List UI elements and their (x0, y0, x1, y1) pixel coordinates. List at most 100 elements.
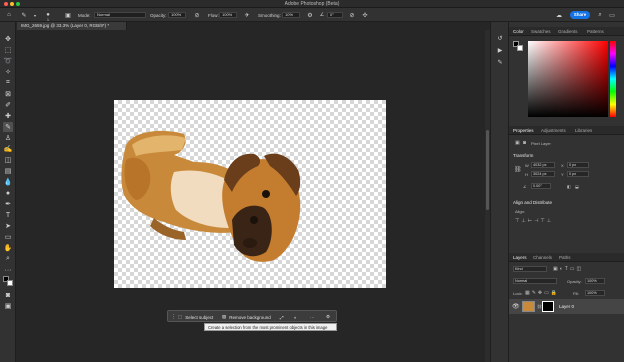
smoothing-label: Smoothing: (258, 12, 281, 18)
x-input[interactable]: 0 px (567, 162, 589, 168)
y-input[interactable]: 0 px (567, 171, 589, 177)
home-icon[interactable]: ⌂ (5, 11, 13, 19)
hand-tool-icon[interactable]: ✋ (3, 243, 13, 253)
gradient-tool-icon[interactable]: ▤ (3, 166, 13, 176)
visibility-eye-icon[interactable]: 👁 (512, 303, 520, 310)
angle-input[interactable]: 0.00° (531, 183, 551, 189)
align-section-title[interactable]: Align and Distribute (513, 200, 552, 205)
lasso-tool-icon[interactable]: ➰ (3, 56, 13, 66)
brush-settings-icon[interactable]: ▣ (64, 11, 72, 19)
airbrush-icon[interactable]: ✈ (243, 11, 251, 19)
eraser-tool-icon[interactable]: ◫ (3, 155, 13, 165)
chevron-down-icon[interactable]: ▾ (31, 11, 39, 19)
share-button[interactable]: Share (570, 11, 590, 19)
layer-kind-filter[interactable]: Kind (513, 266, 547, 272)
hue-slider[interactable] (610, 41, 616, 117)
dog-image (121, 130, 301, 262)
rectangle-tool-icon[interactable]: ▭ (3, 232, 13, 242)
link-icon[interactable]: ⛓ (514, 166, 522, 173)
more-options-button[interactable]: ··· (310, 313, 315, 321)
layer-filter-icons[interactable]: ▣◐T▭◫ (553, 266, 583, 272)
smoothing-input[interactable]: 10% (282, 12, 300, 18)
blend-mode-select[interactable]: Normal (513, 278, 557, 284)
layer-row[interactable]: 👁 ⛓ Layer 0 (509, 299, 624, 314)
magic-wand-tool-icon[interactable]: ✧ (3, 67, 13, 77)
select-subject-button[interactable]: ⬚ Select subject (178, 313, 213, 321)
pressure-opacity-icon[interactable]: ⊘ (193, 11, 201, 19)
symmetry-icon[interactable]: ✣ (361, 11, 369, 19)
flow-input[interactable]: 100% (219, 12, 237, 18)
layer-mask-thumbnail[interactable] (542, 301, 554, 312)
quick-mask-icon[interactable]: ◙ (3, 290, 13, 300)
tab-paths[interactable]: Paths (559, 254, 571, 261)
layer-name[interactable]: Layer 0 (559, 304, 574, 309)
remove-background-button[interactable]: ▨ Remove background (222, 313, 271, 321)
crop-tool-icon[interactable]: ⌗ (3, 78, 13, 88)
transform-icon[interactable]: ⤢ (280, 313, 284, 321)
background-color-swatch[interactable] (7, 280, 13, 286)
mask-icon[interactable]: ◙ (523, 140, 526, 146)
background-color-chip[interactable] (517, 45, 523, 51)
search-icon[interactable]: ⌕ (596, 11, 604, 19)
pen-tool-icon[interactable]: ✒ (3, 199, 13, 209)
tab-swatches[interactable]: Swatches (531, 28, 551, 35)
h-label: H (525, 172, 528, 177)
pressure-size-icon[interactable]: ⊘ (348, 11, 356, 19)
align-buttons-icon[interactable]: ⊤⊥⊢⊣⊤⊥ (515, 218, 553, 224)
taskbar-settings-icon[interactable]: ⚙ (326, 313, 330, 321)
tab-properties[interactable]: Properties (513, 127, 534, 134)
document-tab[interactable]: IMG_2659.jpg @ 33.3% (Layer 0, RGB/8*) * (17, 22, 127, 30)
tab-color[interactable]: Color (513, 28, 524, 35)
tab-adjustments[interactable]: Adjustments (541, 127, 566, 134)
transform-section-title[interactable]: Transform (513, 153, 533, 158)
tab-channels[interactable]: Channels (533, 254, 552, 261)
flip-vertical-icon[interactable]: ⬓ (575, 184, 579, 189)
cloud-icon[interactable]: ☁ (555, 11, 563, 19)
tab-libraries[interactable]: Libraries (575, 127, 592, 134)
opacity-input[interactable]: 100% (168, 12, 186, 18)
type-tool-icon[interactable]: T (3, 210, 13, 220)
history-panel-icon[interactable]: ↺ (496, 34, 504, 42)
move-tool-icon[interactable]: ✥ (3, 34, 13, 44)
history-brush-tool-icon[interactable]: ✍ (3, 144, 13, 154)
path-selection-tool-icon[interactable]: ➤ (3, 221, 13, 231)
flip-horizontal-icon[interactable]: ◧ (567, 184, 571, 189)
opacity-label: Opacity: (150, 12, 167, 18)
document-canvas[interactable] (114, 100, 386, 288)
blur-tool-icon[interactable]: 💧 (3, 177, 13, 187)
drag-handle-icon[interactable]: ⋮ (171, 313, 176, 321)
mode-select[interactable]: Normal (94, 12, 146, 18)
actions-panel-icon[interactable]: ▶ (496, 46, 504, 54)
frame-tool-icon[interactable]: ⊠ (3, 89, 13, 99)
tab-layers[interactable]: Layers (513, 254, 527, 261)
tab-gradients[interactable]: Gradients (558, 28, 578, 35)
angle-input[interactable]: 0° (327, 12, 343, 18)
zoom-tool-icon[interactable]: ⌕ (3, 254, 13, 264)
clone-stamp-tool-icon[interactable]: ♙ (3, 133, 13, 143)
lock-icons[interactable]: ▦✎✥▭🔒 (525, 290, 559, 296)
adjustment-icon[interactable]: ◐ (294, 313, 297, 321)
healing-brush-tool-icon[interactable]: ✚ (3, 111, 13, 121)
marquee-tool-icon[interactable]: ⬚ (3, 45, 13, 55)
gear-icon[interactable]: ⚙ (306, 11, 314, 19)
fill-input[interactable]: 100% (585, 290, 605, 296)
more-tools-icon[interactable]: ··· (3, 265, 13, 275)
layer-opacity-input[interactable]: 100% (585, 278, 605, 284)
brushes-panel-icon[interactable]: ✎ (496, 58, 504, 66)
scrollbar-thumb[interactable] (486, 130, 489, 210)
title-bar: Adobe Photoshop (Beta) (0, 0, 624, 8)
panel-icon-strip: ↺ ▶ ✎ (490, 22, 508, 362)
brush-tool-button[interactable]: ✎ (3, 122, 13, 132)
pixel-layer-label: Pixel Layer (531, 141, 551, 146)
brush-tool-icon[interactable]: ✎ (20, 11, 28, 19)
width-input[interactable]: 4032 px (531, 162, 555, 168)
dodge-tool-icon[interactable]: ● (3, 188, 13, 198)
height-input[interactable]: 3024 px (531, 171, 555, 177)
align-label: Align: (515, 209, 526, 214)
tab-patterns[interactable]: Patterns (587, 28, 604, 35)
screen-mode-icon[interactable]: ▣ (3, 301, 13, 311)
eyedropper-tool-icon[interactable]: ✐ (3, 100, 13, 110)
color-picker-field[interactable] (528, 41, 608, 117)
workspace-icon[interactable]: ▭ (608, 11, 616, 19)
layers-panel-tabs: Layers Channels Paths (509, 253, 624, 262)
